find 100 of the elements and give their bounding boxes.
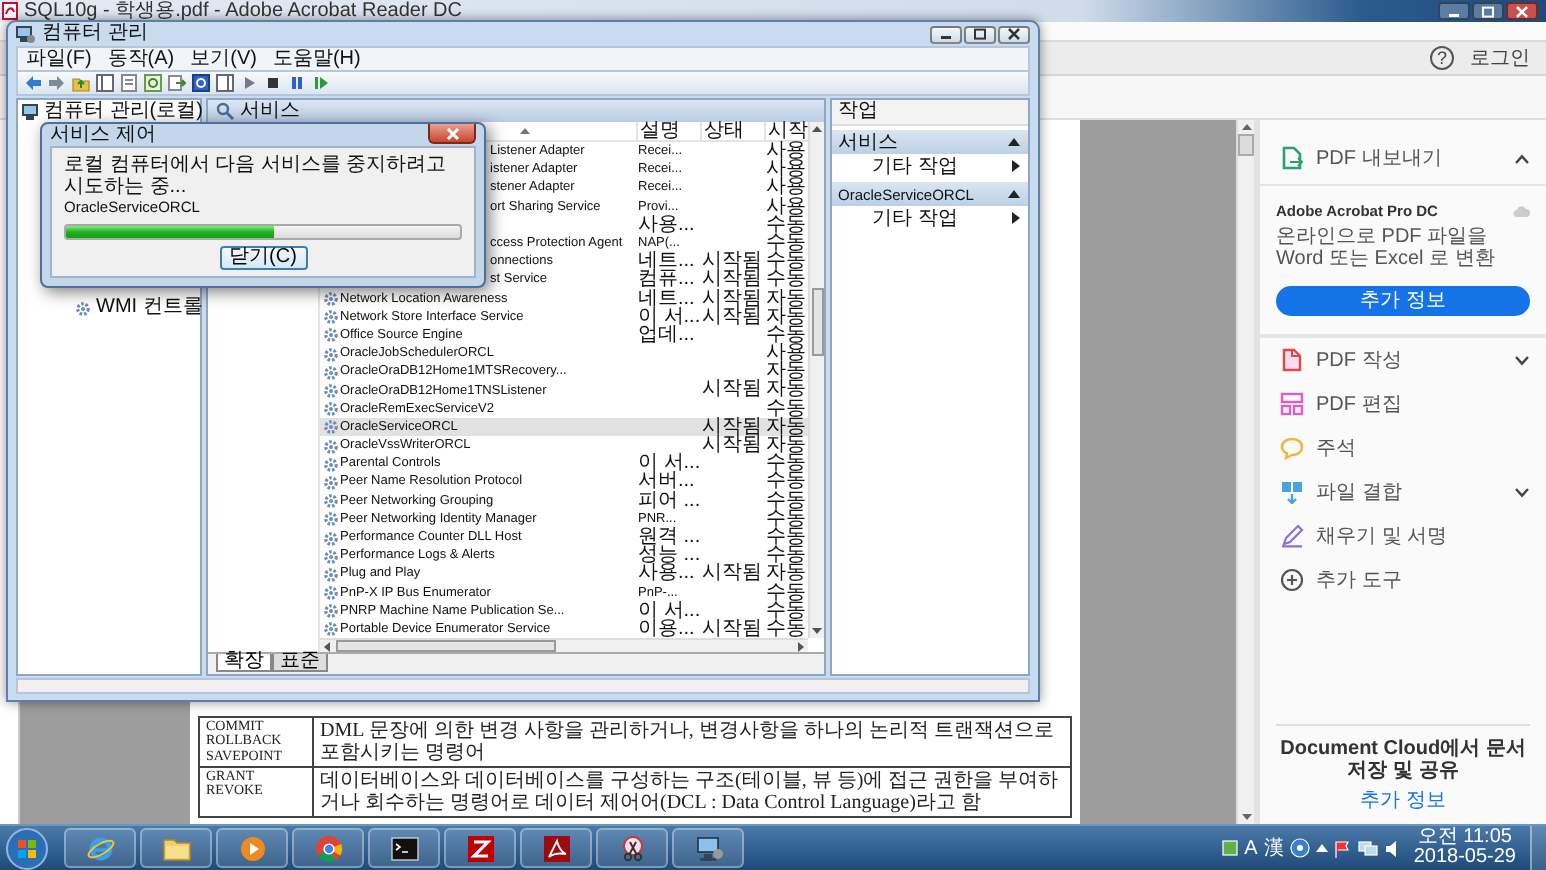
scrollbar-thumb[interactable] <box>336 640 556 653</box>
close-dialog-button[interactable]: 닫기(C) <box>219 246 307 270</box>
startup-type: 자동 <box>764 289 808 308</box>
login-link[interactable]: 로그인 <box>1470 44 1530 72</box>
right-arrow-icon[interactable] <box>1012 160 1020 172</box>
language-bar-icon[interactable] <box>1222 840 1239 856</box>
tree-item[interactable]: 컴퓨터 관리(로컬) <box>44 102 203 122</box>
document-plus-icon[interactable] <box>1280 348 1304 372</box>
vertical-scrollbar[interactable] <box>1236 120 1254 824</box>
taskbar-app-button[interactable] <box>368 828 440 868</box>
network-icon[interactable] <box>1357 839 1378 857</box>
start-button[interactable] <box>6 827 50 869</box>
scroll-down-arrow-icon[interactable] <box>812 628 822 635</box>
hanja-mode[interactable]: 漢 <box>1263 837 1284 859</box>
panel-item[interactable]: PDF 편집 <box>1316 390 1402 418</box>
computer-icon[interactable] <box>22 103 40 121</box>
clock-date[interactable]: 2018-05-29 <box>1413 848 1516 868</box>
action-item[interactable]: 기타 작업 <box>832 154 1028 178</box>
scroll-up-arrow-icon[interactable] <box>812 126 822 132</box>
more-info-link[interactable]: 추가 정보 <box>1360 786 1446 814</box>
column-header[interactable]: 설명 <box>636 122 700 140</box>
input-mode[interactable]: A <box>1244 837 1258 859</box>
startup-type: 수동 <box>764 325 808 345</box>
taskbar-app-button[interactable] <box>672 828 744 868</box>
action-pane-icon[interactable] <box>216 74 234 92</box>
close-button[interactable] <box>998 25 1030 43</box>
right-arrow-icon[interactable] <box>1012 212 1020 224</box>
show-desktop-button[interactable] <box>1530 826 1546 870</box>
scroll-up-arrow-icon[interactable] <box>1241 124 1251 130</box>
scissors-icon <box>617 833 647 863</box>
scroll-down-arrow-icon[interactable] <box>1241 814 1251 820</box>
refresh-icon[interactable] <box>144 74 162 92</box>
startup-type: 수동 <box>764 491 808 510</box>
taskbar-app-button[interactable] <box>140 828 212 868</box>
startup-type: 수동 <box>764 619 808 639</box>
panel-item[interactable]: 추가 도구 <box>1316 566 1402 594</box>
panel-item[interactable]: 채우기 및 서명 <box>1316 522 1448 550</box>
plus-circle-icon[interactable] <box>1280 568 1304 592</box>
horizontal-scrollbar[interactable] <box>320 638 808 653</box>
scroll-right-arrow-icon[interactable] <box>798 641 804 652</box>
taskbar-app-button[interactable] <box>520 828 592 868</box>
panel-item[interactable]: PDF 작성 <box>1316 346 1402 374</box>
flag-icon[interactable] <box>1333 839 1352 857</box>
startup-type: 수동 <box>764 215 808 234</box>
column-header[interactable]: 상태 <box>700 122 764 140</box>
restart-icon[interactable] <box>312 74 330 92</box>
taskbar-app-button[interactable] <box>444 828 516 868</box>
layout-icon[interactable] <box>1280 392 1304 416</box>
close-button[interactable] <box>1506 2 1538 20</box>
chevron-up-icon[interactable] <box>1514 153 1530 163</box>
chevron-down-icon[interactable] <box>1514 355 1530 365</box>
clock-time[interactable]: 오전 11:05 <box>1417 828 1512 848</box>
maximize-button[interactable] <box>964 25 996 43</box>
window-title: 컴퓨터 관리 <box>42 22 148 46</box>
maximize-button[interactable] <box>1472 2 1504 20</box>
menu-item[interactable]: 도움말(H) <box>264 49 369 69</box>
panel-item[interactable]: 주석 <box>1316 434 1356 462</box>
panel-item[interactable]: 파일 결합 <box>1316 478 1402 506</box>
chevron-down-icon[interactable] <box>1514 487 1530 497</box>
scrollbar-thumb[interactable] <box>1238 134 1254 156</box>
properties-icon[interactable] <box>120 74 138 92</box>
help-button[interactable]: ? <box>1430 46 1454 70</box>
close-button[interactable] <box>428 124 476 144</box>
startup-type: 수동 <box>764 527 808 547</box>
taskbar-app-button[interactable] <box>596 828 668 868</box>
scroll-left-arrow-icon[interactable] <box>324 641 330 652</box>
stop-icon[interactable] <box>264 74 282 92</box>
minimize-button[interactable] <box>930 25 962 43</box>
document-arrow-icon[interactable] <box>1280 146 1304 170</box>
view-tab[interactable]: 표준 <box>272 654 328 673</box>
minimize-button[interactable] <box>1438 2 1470 20</box>
round-browser-icon <box>313 833 343 863</box>
window-title: SQL10g - 학생용.pdf - Adobe Acrobat Reader DC <box>24 0 462 22</box>
menu-item[interactable]: 보기(V) <box>182 49 265 69</box>
panel-item[interactable]: PDF 내보내기 <box>1316 144 1442 172</box>
action-section-header[interactable]: 서비스 <box>832 130 1028 154</box>
show-hidden-icons-icon[interactable] <box>1315 844 1328 852</box>
pen-icon[interactable] <box>1280 524 1304 548</box>
vertical-scrollbar[interactable] <box>808 122 824 639</box>
gear-icon[interactable] <box>74 299 92 317</box>
collapse-arrow-icon[interactable] <box>1008 138 1020 146</box>
combine-files-icon[interactable] <box>1280 480 1304 504</box>
menu-item[interactable]: 파일(F) <box>18 49 100 69</box>
folder-up-icon[interactable] <box>72 74 90 92</box>
forward-arrow-icon[interactable] <box>48 74 66 92</box>
more-info-button[interactable]: 추가 정보 <box>1276 286 1530 316</box>
pause-icon[interactable] <box>288 74 306 92</box>
back-arrow-icon[interactable] <box>24 74 42 92</box>
startup-type: 자동 <box>764 417 808 436</box>
speaker-icon[interactable] <box>1383 839 1402 857</box>
maximize-icon <box>972 28 988 40</box>
tree-item[interactable]: WMI 컨트롤 <box>96 298 203 318</box>
scrollbar-thumb[interactable] <box>811 288 823 356</box>
view-tab[interactable]: 확장 <box>216 654 272 673</box>
web-browser-icon <box>85 833 115 863</box>
collapse-arrow-icon[interactable] <box>1008 190 1020 198</box>
console-tree-icon[interactable] <box>96 74 114 92</box>
menu-item[interactable]: 동작(A) <box>99 49 183 69</box>
action-item[interactable]: 기타 작업 <box>832 206 1028 230</box>
export-list-icon[interactable] <box>168 74 186 92</box>
